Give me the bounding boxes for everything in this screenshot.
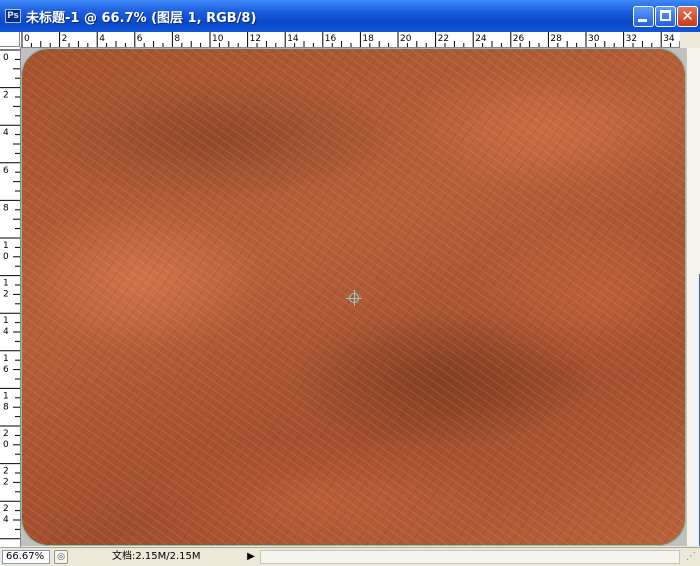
document-window: Ps 未标题-1 @ 66.7% (图层 1, RGB/8) ✕ 0 2 4 6 8 10…: [0, 0, 700, 566]
ruler-top-label: 32: [626, 34, 637, 44]
ruler-left-label: 1: [3, 316, 9, 326]
status-info-icon[interactable]: ◎: [54, 550, 68, 564]
ruler-left-label: 6: [3, 365, 9, 375]
ruler-top-label: 4: [99, 34, 105, 44]
ruler-left-label: 1: [3, 391, 9, 401]
ruler-top-label: 20: [400, 34, 412, 44]
status-menu-arrow-icon[interactable]: ▶: [245, 550, 257, 564]
ruler-top-label: 26: [513, 34, 525, 44]
document-size-info: 文档:2.15M/2.15M: [112, 551, 201, 562]
ruler-left-label: 2: [3, 429, 9, 439]
ruler-top-label: 6: [137, 34, 143, 44]
horizontal-ruler[interactable]: 0 2 4 6 8 10 12 14 16 18 20 22 24 26 28 30 32 34: [20, 32, 680, 48]
close-icon: ✕: [681, 7, 694, 25]
ruler-left-label: 2: [3, 467, 9, 477]
status-bar: 66.67% ◎ 文档:2.15M/2.15M ▶ ⋰: [0, 547, 700, 566]
zoom-level-field[interactable]: 66.67%: [2, 550, 50, 564]
ruler-left-label: 0: [3, 53, 9, 63]
ruler-top-label: 16: [325, 34, 337, 44]
maximize-button[interactable]: [655, 6, 676, 27]
ruler-top-label: 18: [362, 34, 374, 44]
ruler-left-label: 8: [3, 402, 9, 412]
title-bar[interactable]: Ps 未标题-1 @ 66.7% (图层 1, RGB/8) ✕: [0, 0, 700, 32]
ruler-left-label: 0: [3, 252, 9, 262]
ruler-left-label: 2: [3, 504, 9, 514]
ruler-top-label: 22: [438, 34, 449, 44]
ruler-left-label: 1: [3, 241, 9, 251]
ruler-left-label: 1: [3, 354, 9, 364]
ruler-left-label: 2: [3, 290, 9, 300]
photoshop-document-icon[interactable]: Ps: [5, 9, 21, 23]
ruler-top-label: 0: [24, 34, 30, 44]
canvas-area[interactable]: [21, 48, 686, 546]
minimize-button[interactable]: [633, 6, 654, 27]
ruler-top-label: 24: [475, 34, 487, 44]
ruler-left-label: 1: [3, 279, 9, 289]
vertical-scrollbar[interactable]: [686, 48, 700, 546]
minimize-icon: [638, 19, 647, 22]
ruler-top-label: 10: [212, 34, 224, 44]
ruler-top-label: 12: [250, 34, 261, 44]
ruler-left-label: 4: [3, 515, 9, 525]
ruler-left-label: 2: [3, 478, 9, 488]
window-title: 未标题-1 @ 66.7% (图层 1, RGB/8): [26, 11, 257, 26]
center-crosshair-icon: [346, 290, 362, 306]
ruler-left-label: 4: [3, 327, 9, 337]
ruler-left-label: 4: [3, 128, 9, 138]
ruler-top-label: 34: [663, 34, 675, 44]
close-button[interactable]: ✕: [677, 6, 698, 27]
ruler-top-label: 8: [174, 34, 180, 44]
ruler-top-label: 14: [287, 34, 299, 44]
resize-grip-icon[interactable]: ⋰: [684, 550, 698, 564]
vertical-ruler[interactable]: 024681012141618202224: [0, 47, 21, 547]
ruler-left-label: 0: [3, 440, 9, 450]
ruler-left-label: 6: [3, 166, 9, 176]
ruler-top-label: 28: [550, 34, 562, 44]
ruler-top-label: 30: [588, 34, 600, 44]
horizontal-scrollbar[interactable]: [260, 550, 680, 564]
ruler-origin[interactable]: [0, 32, 20, 47]
ruler-top-label: 2: [62, 34, 68, 44]
maximize-icon: [660, 10, 671, 21]
ruler-left-label: 2: [3, 91, 9, 101]
ruler-left-label: 8: [3, 203, 9, 213]
